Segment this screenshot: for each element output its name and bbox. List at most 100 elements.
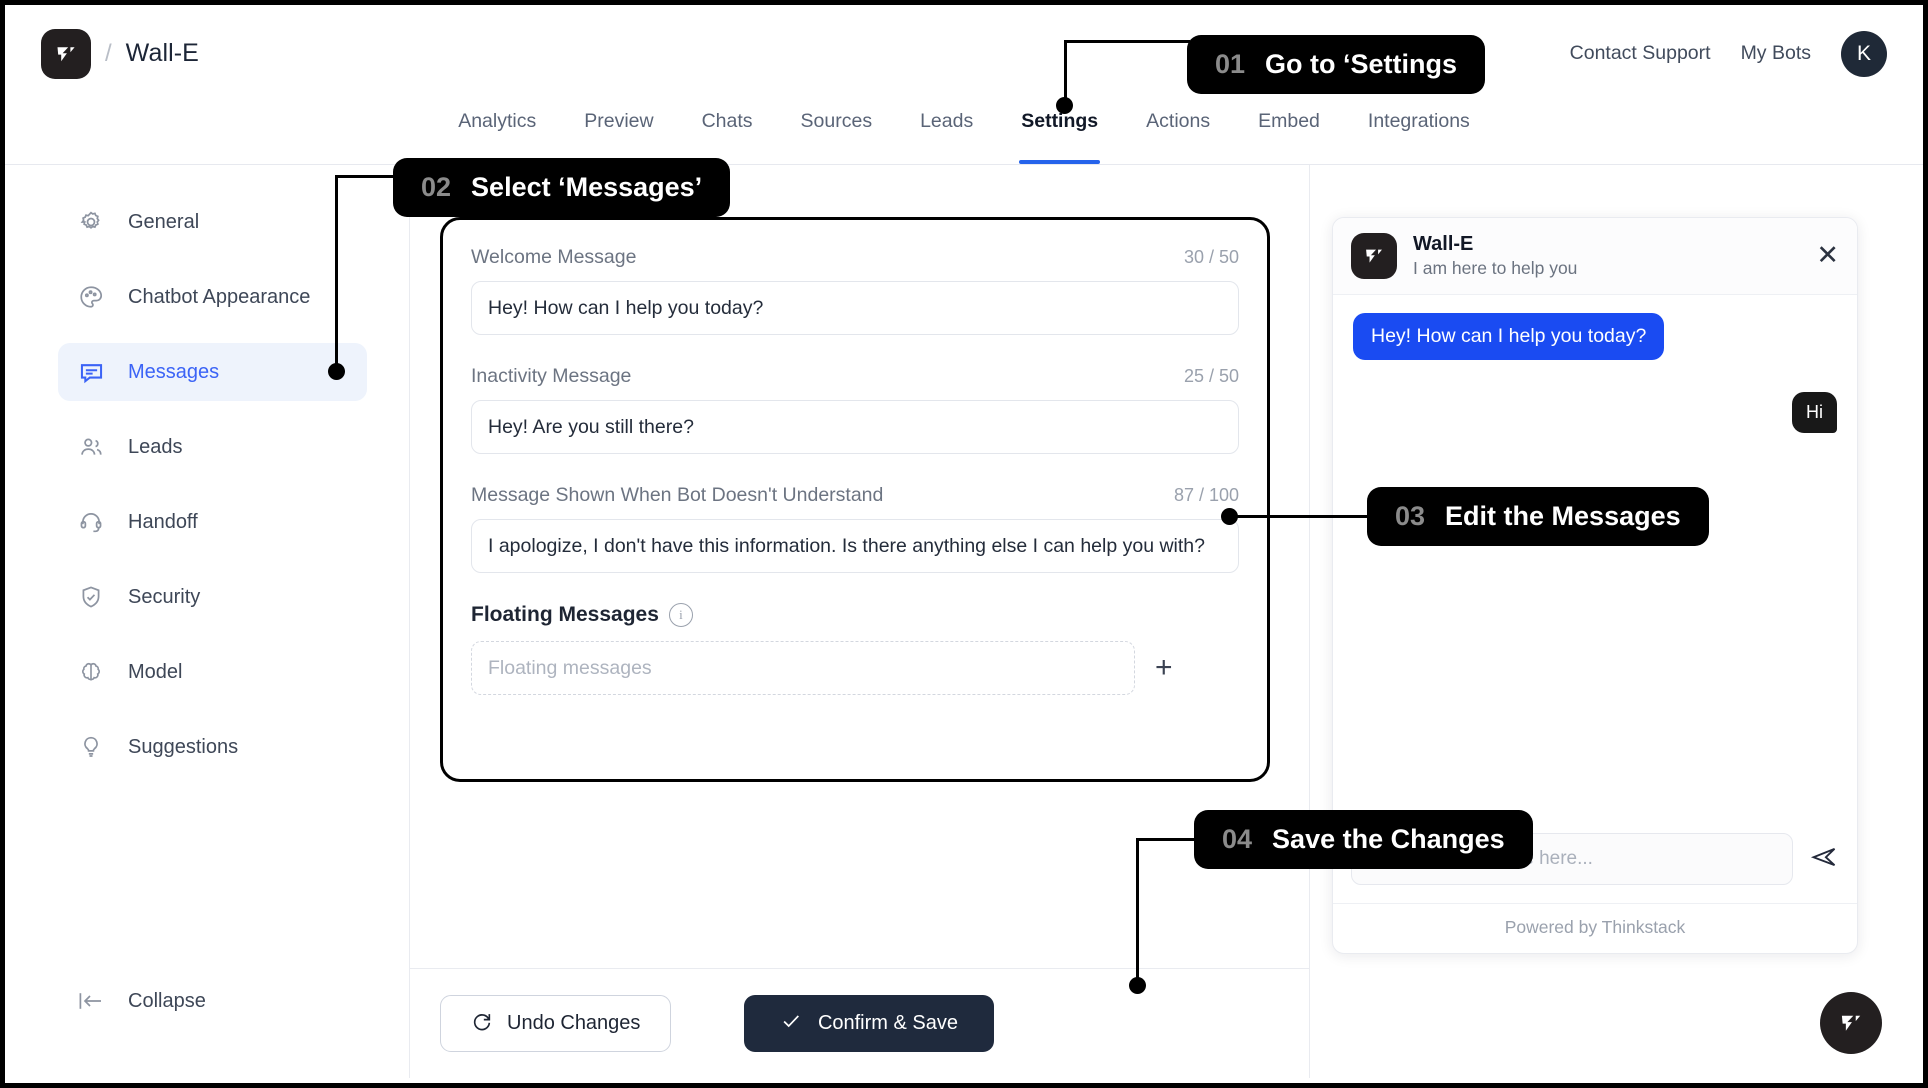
- chat-bot-name: Wall-E: [1413, 233, 1474, 255]
- messages-form-column: Welcome Message 30 / 50 Hey! How can I h…: [410, 165, 1310, 1078]
- inactivity-message-header: Inactivity Message 25 / 50: [471, 365, 1239, 388]
- breadcrumb: / Wall-E: [41, 28, 199, 79]
- gear-icon: [76, 207, 106, 237]
- fallback-message-input[interactable]: I apologize, I don't have this informati…: [471, 519, 1239, 573]
- callout-04-anchor-dot: [1129, 977, 1146, 994]
- sidebar-item-chatbot-appearance[interactable]: Chatbot Appearance: [58, 268, 367, 326]
- check-icon: [780, 1010, 802, 1038]
- page-title: Wall-E: [125, 39, 199, 67]
- floating-messages-row: Floating messages +: [471, 641, 1239, 695]
- tab-sources[interactable]: Sources: [777, 102, 897, 164]
- welcome-message-counter: 30 / 50: [1183, 247, 1239, 267]
- my-bots-link[interactable]: My Bots: [1741, 42, 1811, 65]
- sidebar-item-general[interactable]: General: [58, 193, 367, 251]
- chat-bot-avatar-icon: [1351, 232, 1397, 279]
- callout-01-leader-vertical: [1064, 40, 1067, 100]
- callout-03-text: Edit the Messages: [1445, 501, 1681, 531]
- sidebar-item-label: Leads: [128, 435, 183, 458]
- inactivity-message-label: Inactivity Message: [471, 365, 632, 387]
- tab-leads[interactable]: Leads: [896, 102, 997, 164]
- brain-icon: [76, 657, 106, 687]
- chat-launcher-button[interactable]: [1820, 992, 1882, 1054]
- sidebar-item-handoff[interactable]: Handoff: [58, 493, 367, 551]
- tab-preview[interactable]: Preview: [560, 102, 677, 164]
- user-message-bubble: Hi: [1792, 391, 1837, 433]
- callout-03-number: 03: [1395, 501, 1426, 531]
- sidebar-item-suggestions[interactable]: Suggestions: [58, 718, 367, 776]
- thinkstack-logo-icon: [1841, 1015, 1861, 1031]
- chat-bot-subtitle: I am here to help you: [1413, 258, 1578, 278]
- collapse-left-icon: [76, 986, 106, 1016]
- floating-messages-label: Floating Messages: [471, 603, 659, 626]
- inactivity-message-input[interactable]: Hey! Are you still there?: [471, 400, 1239, 454]
- send-icon[interactable]: [1809, 843, 1839, 876]
- collapse-sidebar-button[interactable]: Collapse: [76, 986, 206, 1016]
- thinkstack-logo-icon[interactable]: [41, 28, 91, 79]
- message-icon: [76, 357, 106, 387]
- tab-analytics[interactable]: Analytics: [434, 102, 560, 164]
- undo-changes-button[interactable]: Undo Changes: [440, 995, 672, 1052]
- lightbulb-icon: [76, 732, 106, 762]
- plus-icon[interactable]: +: [1155, 653, 1173, 683]
- sidebar-item-security[interactable]: Security: [58, 568, 367, 626]
- form-footer: Undo Changes Confirm & Save: [410, 968, 1309, 1078]
- app-window: / Wall-E Contact Support My Bots K Analy…: [0, 0, 1928, 1088]
- tab-chats[interactable]: Chats: [678, 102, 777, 164]
- callout-01-leader-horizontal: [1064, 40, 1190, 43]
- breadcrumb-separator: /: [105, 39, 112, 67]
- callout-02-number: 02: [421, 172, 452, 202]
- sidebar-item-leads[interactable]: Leads: [58, 418, 367, 476]
- top-bar-actions: Contact Support My Bots K: [1570, 30, 1887, 77]
- bot-message-bubble: Hey! How can I help you today?: [1353, 312, 1665, 360]
- callout-04-leader-horizontal: [1136, 838, 1196, 841]
- sidebar-item-messages[interactable]: Messages: [58, 343, 367, 401]
- callout-01-number: 01: [1215, 49, 1246, 79]
- inactivity-message-field: Inactivity Message 25 / 50 Hey! Are you …: [471, 365, 1239, 454]
- collapse-label: Collapse: [128, 989, 206, 1012]
- callout-02: 02 Select ‘Messages’: [393, 158, 731, 217]
- messages-form-group: Welcome Message 30 / 50 Hey! How can I h…: [440, 217, 1270, 782]
- user-message-row: Hi: [1353, 391, 1837, 433]
- tab-integrations[interactable]: Integrations: [1344, 102, 1494, 164]
- top-bar: / Wall-E Contact Support My Bots K: [5, 5, 1923, 102]
- chat-header-text: Wall-E I am here to help you: [1413, 232, 1577, 280]
- confirm-save-button[interactable]: Confirm & Save: [743, 995, 994, 1052]
- callout-02-anchor-dot: [328, 363, 345, 380]
- fallback-message-header: Message Shown When Bot Doesn't Understan…: [471, 484, 1239, 507]
- fallback-message-counter: 87 / 100: [1173, 485, 1239, 505]
- inactivity-message-counter: 25 / 50: [1183, 366, 1239, 386]
- floating-messages-header: Floating Messages i: [471, 603, 1239, 627]
- sidebar-item-label: Chatbot Appearance: [128, 285, 311, 308]
- chat-message-list: Hey! How can I help you today? Hi: [1333, 295, 1857, 819]
- fallback-message-label: Message Shown When Bot Doesn't Understan…: [471, 484, 884, 506]
- settings-sidebar: General Chatbot Appearance Messages Lead…: [10, 165, 410, 1078]
- undo-changes-label: Undo Changes: [507, 1012, 641, 1034]
- welcome-message-input[interactable]: Hey! How can I help you today?: [471, 281, 1239, 335]
- callout-04-leader-vertical: [1136, 838, 1139, 985]
- avatar[interactable]: K: [1841, 30, 1887, 77]
- redo-icon: [471, 1010, 493, 1038]
- tab-embed[interactable]: Embed: [1234, 102, 1344, 164]
- chat-header: Wall-E I am here to help you ✕: [1333, 218, 1857, 295]
- tab-actions[interactable]: Actions: [1122, 102, 1234, 164]
- callout-03-leader-horizontal: [1230, 515, 1370, 518]
- bot-message-row: Hey! How can I help you today?: [1353, 312, 1837, 360]
- main-tabs: Analytics Preview Chats Sources Leads Se…: [5, 102, 1923, 165]
- close-icon[interactable]: ✕: [1816, 242, 1839, 269]
- headset-icon: [76, 507, 106, 537]
- sidebar-item-label: Handoff: [128, 510, 198, 533]
- sidebar-item-label: Messages: [128, 360, 220, 383]
- fallback-message-field: Message Shown When Bot Doesn't Understan…: [471, 484, 1239, 573]
- sidebar-item-model[interactable]: Model: [58, 643, 367, 701]
- callout-01-text: Go to ‘Settings: [1265, 49, 1458, 79]
- contact-support-link[interactable]: Contact Support: [1570, 42, 1711, 65]
- chat-footer: Powered by Thinkstack: [1333, 903, 1857, 953]
- people-icon: [76, 432, 106, 462]
- info-icon[interactable]: i: [668, 603, 693, 627]
- floating-messages-input[interactable]: Floating messages: [471, 641, 1135, 695]
- callout-01-anchor-dot: [1056, 97, 1073, 114]
- palette-icon: [76, 282, 106, 312]
- main-content: Welcome Message 30 / 50 Hey! How can I h…: [410, 165, 1918, 1078]
- callout-03-anchor-dot: [1221, 508, 1238, 525]
- callout-01: 01 Go to ‘Settings: [1187, 35, 1486, 94]
